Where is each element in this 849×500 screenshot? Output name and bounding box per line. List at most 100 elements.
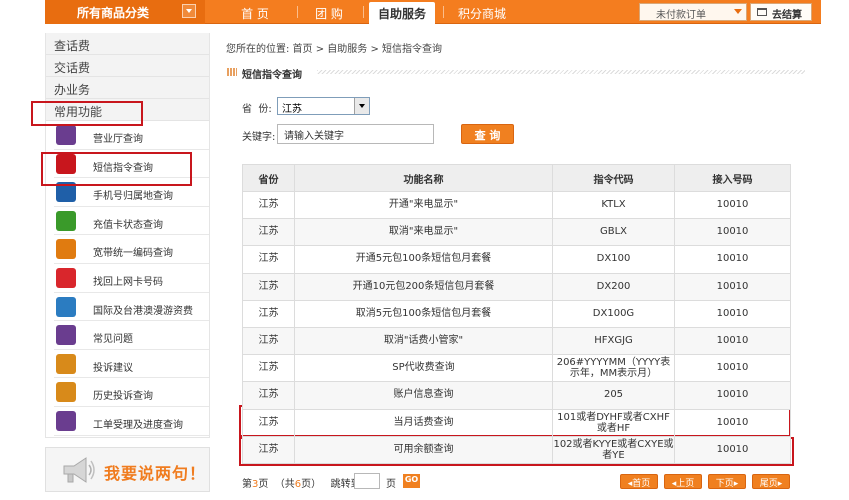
unpaid-orders-dropdown[interactable]: 未付款订单 bbox=[639, 3, 747, 21]
cell-access-number: 10010 bbox=[674, 218, 791, 247]
sidebar-item-faq[interactable]: 常见问题 bbox=[54, 321, 210, 350]
cell-function: 可用余额查询 bbox=[294, 435, 553, 464]
nav-home[interactable]: 首 页 bbox=[229, 0, 281, 24]
section-divider bbox=[317, 70, 805, 74]
column-header-function: 功能名称 bbox=[294, 164, 553, 192]
sidebar-item-label: 宽带统一编码查询 bbox=[93, 248, 173, 260]
cell-access-number: 10010 bbox=[674, 272, 791, 301]
goto-page-input[interactable] bbox=[354, 473, 380, 489]
page-prefix: 第 bbox=[242, 479, 252, 490]
total-suffix: 页） bbox=[301, 479, 322, 490]
phone-search-icon bbox=[56, 182, 76, 203]
next-page-button[interactable]: 下页▸ bbox=[708, 474, 746, 489]
table-row: 江苏 取消"话费小管家" HFXGJG 10010 bbox=[242, 326, 791, 356]
keyword-label: 关键字: bbox=[242, 132, 276, 143]
table-header-row: 省份 功能名称 指令代码 接入号码 bbox=[242, 164, 791, 192]
sidebar-item-phone-location[interactable]: 手机号归属地查询 bbox=[54, 178, 210, 207]
sidebar-item-label: 国际及台港澳漫游资费 bbox=[93, 305, 193, 317]
feedback-promo-banner[interactable]: 我要说两句！ bbox=[45, 447, 210, 492]
cell-access-number: 10010 bbox=[674, 381, 791, 410]
cell-access-number: 10010 bbox=[674, 190, 791, 220]
all-categories-button[interactable]: 所有商品分类 bbox=[45, 0, 205, 24]
section-header: 短信指令查询 bbox=[227, 65, 805, 81]
history-icon bbox=[56, 382, 76, 403]
go-button[interactable]: GO bbox=[403, 474, 420, 488]
section-marker-icon bbox=[227, 68, 237, 76]
sidebar-item-label: 找回上网卡号码 bbox=[93, 276, 163, 288]
cell-access-number: 10010 bbox=[674, 435, 791, 464]
sidebar-item-label: 充值卡状态查询 bbox=[93, 219, 163, 231]
cell-function: 取消"来电显示" bbox=[294, 218, 553, 247]
cell-access-number: 10010 bbox=[674, 299, 791, 328]
sidebar-item-complaint[interactable]: 投诉建议 bbox=[54, 350, 210, 379]
province-label: 省 份: bbox=[242, 104, 272, 115]
top-navigation-bar: 所有商品分类 首 页 团 购 自助服务 积分商城 未付款订单 去结算 bbox=[45, 0, 821, 24]
checkout-button[interactable]: 去结算 bbox=[750, 3, 812, 21]
nav-separator bbox=[363, 6, 364, 18]
province-selected-value: 江苏 bbox=[282, 104, 302, 115]
cell-function: 当月话费查询 bbox=[294, 408, 553, 437]
table-row: 江苏 SP代收费查询 206#YYYYMM（YYYY表示年，MM表示月） 100… bbox=[242, 354, 791, 383]
table-row: 江苏 可用余额查询 102或者KYYE或者CXYE或者YE 10010 bbox=[242, 435, 791, 464]
nav-separator bbox=[443, 6, 444, 18]
table-row: 江苏 开通5元包100条短信包月套餐 DX100 10010 bbox=[242, 245, 791, 274]
first-page-button[interactable]: ◂首页 bbox=[620, 474, 658, 489]
pagination-status: 第3页 （共6页） 跳转到 bbox=[242, 475, 361, 490]
cell-function: 取消"话费小管家" bbox=[294, 326, 553, 356]
cell-province: 江苏 bbox=[242, 272, 295, 301]
sidebar-heading-business[interactable]: 办业务 bbox=[45, 77, 210, 99]
breadcrumb: 您所在的位置: 首页 > 自助服务 > 短信指令查询 bbox=[226, 44, 443, 55]
cell-province: 江苏 bbox=[242, 299, 295, 328]
complaint-icon bbox=[56, 353, 76, 374]
total-prefix: （共 bbox=[274, 479, 295, 490]
select-arrow-icon bbox=[354, 98, 369, 114]
sidebar-item-worksheet[interactable]: 工单受理及进度查询 bbox=[54, 407, 210, 436]
province-select[interactable]: 江苏 bbox=[277, 97, 370, 115]
sidebar-heading-common-functions[interactable]: 常用功能 bbox=[45, 99, 210, 121]
sidebar-item-label: 投诉建议 bbox=[93, 362, 133, 374]
cell-command-code: DX200 bbox=[552, 272, 675, 301]
sidebar-item-netcard-number[interactable]: 找回上网卡号码 bbox=[54, 264, 210, 293]
table-row: 江苏 当月话费查询 101或者DYHF或者CXHF或者HF 10010 bbox=[242, 408, 791, 437]
sidebar-heading-pay-bill[interactable]: 交话费 bbox=[45, 55, 210, 77]
page-suffix: 页 bbox=[258, 479, 269, 490]
goto-page-unit: 页 bbox=[386, 479, 396, 490]
cell-province: 江苏 bbox=[242, 190, 295, 220]
sidebar-item-label: 短信指令查询 bbox=[93, 162, 153, 174]
prev-page-button[interactable]: ◂上页 bbox=[664, 474, 702, 489]
feedback-promo-text: 我要说两句！ bbox=[104, 464, 207, 483]
cell-command-code: DX100 bbox=[552, 245, 675, 274]
cell-access-number: 10010 bbox=[674, 354, 791, 383]
column-header-access-number: 接入号码 bbox=[674, 164, 791, 192]
sidebar-item-label: 工单受理及进度查询 bbox=[93, 419, 183, 431]
table-row: 江苏 开通"来电显示" KTLX 10010 bbox=[242, 190, 791, 220]
sidebar-item-broadband-code[interactable]: 宽带统一编码查询 bbox=[54, 235, 210, 264]
keyword-input[interactable] bbox=[277, 124, 434, 144]
worksheet-icon bbox=[56, 410, 76, 431]
sidebar-heading-check-bill[interactable]: 查话费 bbox=[45, 33, 210, 55]
sidebar-item-label: 常见问题 bbox=[93, 334, 133, 346]
cell-command-code: KTLX bbox=[552, 190, 675, 220]
sidebar-item-recharge-card[interactable]: 充值卡状态查询 bbox=[54, 207, 210, 236]
last-page-button[interactable]: 尾页▸ bbox=[752, 474, 790, 489]
sms-command-table: 省份 功能名称 指令代码 接入号码 江苏 开通"来电显示" KTLX 10010… bbox=[242, 164, 791, 464]
unpaid-orders-label: 未付款订单 bbox=[656, 10, 706, 21]
nav-self-service[interactable]: 自助服务 bbox=[369, 2, 435, 24]
sidebar-item-sms-command[interactable]: 短信指令查询 bbox=[54, 150, 210, 179]
sidebar-item-business-hall[interactable]: 营业厅查询 bbox=[54, 121, 210, 150]
cell-command-code: 205 bbox=[552, 381, 675, 410]
building-icon bbox=[56, 125, 76, 145]
nav-points-mall[interactable]: 积分商城 bbox=[449, 0, 515, 24]
cell-function: 开通"来电显示" bbox=[294, 190, 553, 220]
sidebar-item-complaint-history[interactable]: 历史投诉查询 bbox=[54, 378, 210, 407]
table-row: 江苏 取消5元包100条短信包月套餐 DX100G 10010 bbox=[242, 299, 791, 328]
sidebar-item-label: 手机号归属地查询 bbox=[93, 191, 173, 203]
cell-access-number: 10010 bbox=[674, 408, 791, 437]
cell-function: 开通10元包200条短信包月套餐 bbox=[294, 272, 553, 301]
query-button[interactable]: 查 询 bbox=[461, 124, 514, 144]
sidebar-item-roaming-fees[interactable]: 国际及台港澳漫游资费 bbox=[54, 293, 210, 322]
cell-province: 江苏 bbox=[242, 381, 295, 410]
cart-icon bbox=[757, 8, 767, 16]
cell-province: 江苏 bbox=[242, 218, 295, 247]
nav-group-buy[interactable]: 团 购 bbox=[303, 0, 355, 24]
